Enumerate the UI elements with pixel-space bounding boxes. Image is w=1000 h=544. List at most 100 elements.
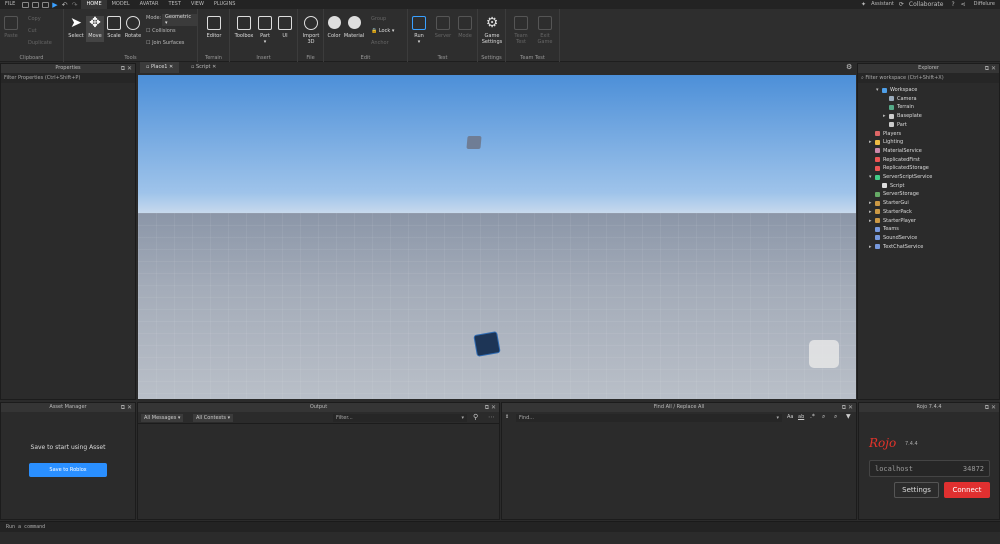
search-replace-icon[interactable]: ⌕: [834, 413, 837, 421]
explorer-item[interactable]: MaterialService: [869, 147, 922, 155]
exit-game-button[interactable]: Exit Game: [534, 16, 556, 45]
explorer-item[interactable]: Players: [869, 130, 901, 138]
play-icon[interactable]: ▶: [52, 1, 57, 9]
close-icon[interactable]: ⧉ ✕: [842, 403, 853, 412]
explorer-item[interactable]: ReplicatedFirst: [869, 156, 920, 164]
color-button[interactable]: Color: [326, 16, 342, 39]
save-icon[interactable]: [41, 1, 49, 8]
tab-home[interactable]: HOME: [81, 0, 107, 9]
close-icon[interactable]: ⧉ ✕: [121, 403, 132, 412]
close-icon[interactable]: ⧉ ✕: [985, 64, 996, 73]
host-input[interactable]: localhost: [875, 465, 913, 473]
explorer-item[interactable]: ▸ StarterGui: [869, 199, 909, 207]
rojo-connect-button[interactable]: Connect: [944, 482, 990, 498]
tab-view[interactable]: VIEW: [186, 0, 209, 9]
explorer-filter-input[interactable]: ⌕ Filter workspace (Ctrl+Shift+X): [858, 73, 999, 83]
rotate-button[interactable]: Rotate: [123, 16, 143, 39]
mode-dropdown[interactable]: Geometric ▾: [162, 14, 197, 26]
new-file-icon[interactable]: [21, 1, 29, 8]
explorer-item[interactable]: ▾ ServerScriptService: [869, 173, 932, 181]
lock-button[interactable]: 🔒 Lock ▾: [371, 28, 394, 34]
tab-test[interactable]: TEST: [163, 0, 185, 9]
explorer-item[interactable]: ▸ Lighting: [869, 138, 903, 146]
close-icon[interactable]: ⧉ ✕: [485, 403, 496, 412]
explorer-item[interactable]: Part: [883, 121, 907, 129]
paste-button[interactable]: Paste: [4, 16, 18, 39]
tab-model[interactable]: MODEL: [107, 0, 135, 9]
regex-icon[interactable]: .*: [810, 413, 815, 420]
share-icon[interactable]: ⋖: [961, 1, 966, 8]
anchor-button[interactable]: Anchor: [371, 40, 389, 46]
ui-button[interactable]: UI: [277, 16, 293, 39]
run-button[interactable]: Run ▾: [410, 16, 428, 45]
explorer-item[interactable]: Terrain: [883, 103, 914, 111]
copy-button[interactable]: Copy: [28, 16, 41, 22]
import-3d-button[interactable]: Import 3D: [300, 16, 322, 45]
scale-button[interactable]: Scale: [105, 16, 123, 39]
3d-viewport[interactable]: [138, 75, 856, 399]
rojo-settings-button[interactable]: Settings: [894, 482, 939, 498]
collisions-checkbox[interactable]: ☐ Collisions: [146, 28, 176, 34]
open-file-icon[interactable]: [31, 1, 39, 8]
explorer-item[interactable]: ▸ StarterPack: [869, 208, 912, 216]
port-input[interactable]: 34872: [963, 465, 984, 473]
explorer-item[interactable]: Teams: [869, 225, 899, 233]
collaborate-button[interactable]: Collaborate: [904, 0, 949, 9]
command-input[interactable]: Run a command: [0, 524, 45, 530]
selected-part[interactable]: [473, 331, 501, 357]
explorer-item[interactable]: Camera: [883, 95, 917, 103]
redo-icon[interactable]: ↷: [72, 1, 78, 9]
explorer-item[interactable]: Script: [876, 182, 905, 190]
tab-plugins[interactable]: PLUGINS: [209, 0, 240, 9]
match-case-button[interactable]: Aa: [787, 414, 793, 420]
whole-word-button[interactable]: ab: [798, 414, 804, 420]
move-button[interactable]: ✥ Move: [86, 16, 104, 42]
group-button[interactable]: Group: [371, 16, 386, 22]
close-icon[interactable]: ⧉ ✕: [985, 403, 996, 412]
command-bar[interactable]: Run a command: [0, 521, 1000, 532]
output-filter-input[interactable]: Filter... ▾: [333, 414, 467, 422]
explorer-item[interactable]: ▸ StarterPlayer: [869, 217, 916, 225]
material-button[interactable]: Material: [343, 16, 365, 39]
clear-output-icon[interactable]: ⚲: [473, 413, 478, 421]
game-settings-button[interactable]: ⚙ Game Settings: [480, 16, 504, 45]
explorer-item[interactable]: SoundService: [869, 234, 917, 242]
undo-icon[interactable]: ↶: [62, 1, 68, 9]
contexts-dropdown[interactable]: All Contexts ▾: [193, 414, 234, 422]
view-cube[interactable]: [809, 340, 839, 368]
tab-place1[interactable]: ▫ Place1 ✕: [140, 62, 180, 73]
find-input[interactable]: Find... ▾: [516, 414, 782, 422]
duplicate-button[interactable]: Duplicate: [28, 40, 52, 46]
expand-icon[interactable]: ⇕: [505, 414, 509, 420]
more-icon[interactable]: ⋯: [488, 413, 495, 421]
explorer-item-icon: [875, 209, 880, 215]
save-to-roblox-button[interactable]: Save to Roblox: [29, 463, 107, 477]
messages-dropdown[interactable]: All Messages ▾: [141, 414, 184, 422]
tab-avatar[interactable]: AVATAR: [135, 0, 164, 9]
explorer-item[interactable]: ▸ TextChatService: [869, 243, 923, 251]
explorer-item[interactable]: ReplicatedStorage: [869, 164, 929, 172]
cut-button[interactable]: Cut: [28, 28, 37, 34]
user-name[interactable]: Diffelure: [969, 0, 1000, 9]
mode-button[interactable]: Mode: [456, 16, 474, 39]
explorer-item[interactable]: ▾ Workspace: [876, 86, 917, 94]
floating-part[interactable]: [466, 136, 482, 149]
server-button[interactable]: Server: [432, 16, 454, 39]
tab-script[interactable]: ▫ Script ✕: [185, 62, 222, 73]
terrain-editor-button[interactable]: Editor: [204, 16, 224, 39]
search-icon[interactable]: ⌕: [822, 413, 825, 421]
team-test-button[interactable]: Team Test: [510, 16, 532, 45]
help-icon[interactable]: ?: [951, 1, 954, 8]
join-surfaces-checkbox[interactable]: ☐ Join Surfaces: [146, 40, 184, 46]
close-icon[interactable]: ⧉ ✕: [121, 64, 132, 73]
assistant-button[interactable]: Assistant: [866, 0, 899, 9]
select-button[interactable]: ➤ Select: [67, 16, 85, 39]
file-menu[interactable]: FILE: [0, 0, 20, 9]
part-button[interactable]: Part ▾: [257, 16, 273, 45]
explorer-item[interactable]: ▸ Baseplate: [883, 112, 922, 120]
properties-filter-input[interactable]: Filter Properties (Ctrl+Shift+P): [1, 73, 135, 83]
filter-icon[interactable]: ▼: [846, 413, 851, 420]
explorer-item[interactable]: ServerStorage: [869, 190, 919, 198]
toolbox-button[interactable]: Toolbox: [233, 16, 255, 39]
viewport-settings-icon[interactable]: ⚙: [846, 63, 852, 71]
